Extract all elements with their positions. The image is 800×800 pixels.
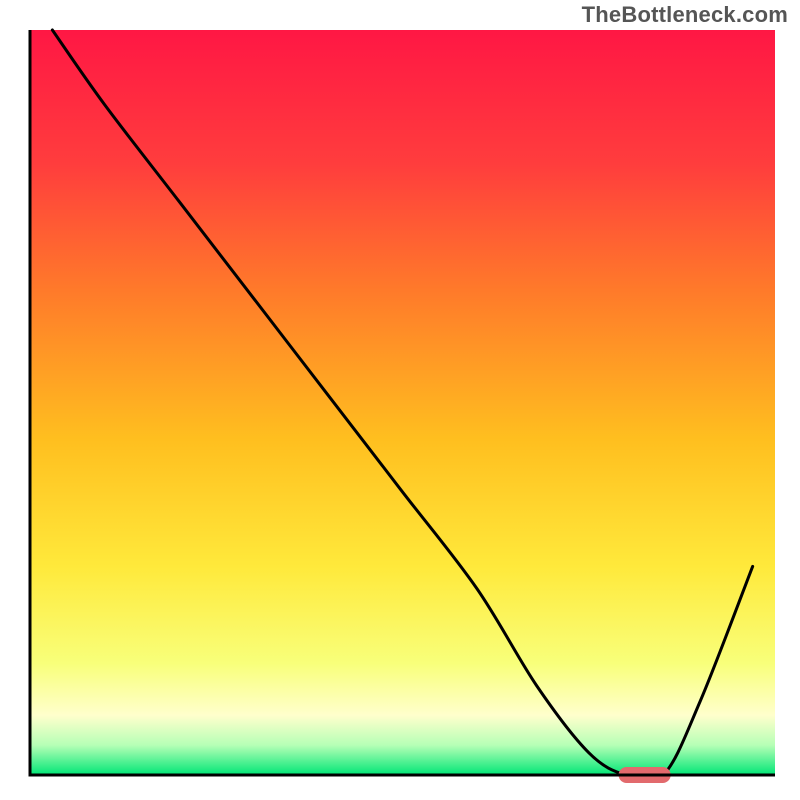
gradient-background (30, 30, 775, 775)
bottleneck-chart (0, 0, 800, 800)
chart-container: TheBottleneck.com (0, 0, 800, 800)
